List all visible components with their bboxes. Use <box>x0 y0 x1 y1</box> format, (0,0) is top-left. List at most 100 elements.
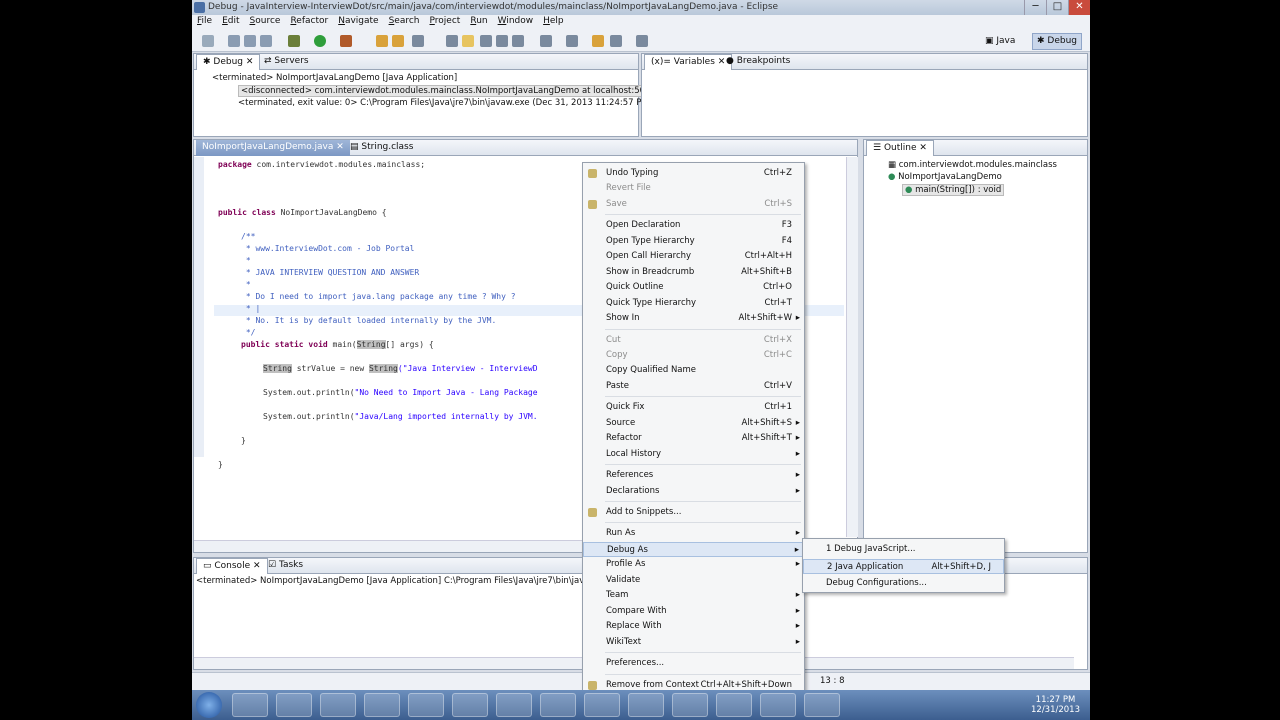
menu-item-add-to-snippets[interactable]: Add to Snippets... <box>583 505 804 520</box>
menu-file[interactable]: File <box>192 15 217 30</box>
submenu-item-2-java-application[interactable]: 2 Java Application Alt+Shift+D, J <box>803 559 1004 574</box>
firefox-taskbar-icon[interactable] <box>364 693 400 717</box>
menu-item-validate[interactable]: Validate <box>583 573 804 588</box>
save-icon[interactable] <box>228 35 240 47</box>
tab-debug[interactable]: ✱ Debug ✕ <box>196 54 261 70</box>
menu-item-quick-type-hierarchy[interactable]: Quick Type Hierarchy Ctrl+T <box>583 296 804 311</box>
app-taskbar-icon-4[interactable] <box>672 693 708 717</box>
pdf-taskbar-icon[interactable] <box>452 693 488 717</box>
perspective-debug[interactable]: ✱ Debug <box>1032 33 1083 50</box>
menu-item-cut[interactable]: Cut Ctrl+X <box>583 333 804 348</box>
tab-outline[interactable]: ☰ Outline ✕ <box>866 140 934 156</box>
menu-item-debug-as[interactable]: Debug As ▸ <box>583 541 804 557</box>
external-tools-icon[interactable] <box>340 35 352 47</box>
tab-nojavalangdemo[interactable]: NoImportJavaLangDemo.java ✕ <box>196 140 350 156</box>
menu-item-paste[interactable]: Paste Ctrl+V <box>583 379 804 394</box>
system-clock[interactable]: 11:27 PM 12/31/2013 <box>1031 695 1080 715</box>
outline-class[interactable]: ● NoImportJavaLangDemo <box>888 172 1002 182</box>
maximize-button[interactable]: □ <box>1046 0 1068 15</box>
menu-item-preferences[interactable]: Preferences... <box>583 656 804 671</box>
menu-item-compare-with[interactable]: Compare With ▸ <box>583 604 804 619</box>
submenu-item-debug-configurations[interactable]: Debug Configurations... <box>803 576 1004 591</box>
app-taskbar-icon-7[interactable] <box>804 693 840 717</box>
menu-help[interactable]: Help <box>538 15 569 30</box>
menu-item-refactor[interactable]: Refactor Alt+Shift+T ▸ <box>583 431 804 446</box>
tab-breakpoints[interactable]: ● Breakpoints <box>720 54 796 70</box>
debug-row-disconnected[interactable]: <disconnected> com.interviewdot.modules.… <box>238 85 665 97</box>
tab-servers[interactable]: ⇄ Servers <box>258 54 315 70</box>
menu-window[interactable]: Window <box>493 15 539 30</box>
app-taskbar-icon-5[interactable] <box>716 693 752 717</box>
debug-icon[interactable] <box>288 35 300 47</box>
menu-item-source[interactable]: Source Alt+Shift+S ▸ <box>583 416 804 431</box>
close-button[interactable]: ✕ <box>1068 0 1090 15</box>
app-taskbar-icon-6[interactable] <box>760 693 796 717</box>
menu-item-run-as[interactable]: Run As ▸ <box>583 526 804 541</box>
show-whitespace-icon[interactable] <box>512 35 524 47</box>
app-taskbar-icon-1[interactable] <box>496 693 532 717</box>
forward-icon[interactable] <box>636 35 648 47</box>
menu-item-undo-typing[interactable]: Undo Typing Ctrl+Z <box>583 166 804 181</box>
submenu-item-1-debug-javascript[interactable]: 1 Debug JavaScript... <box>803 542 1004 557</box>
menu-item-quick-outline[interactable]: Quick Outline Ctrl+O <box>583 280 804 295</box>
prev-annotation-icon[interactable] <box>566 35 578 47</box>
tab-console[interactable]: ▭ Console ✕ <box>196 558 268 574</box>
debug-row-process[interactable]: <terminated, exit value: 0> C:\Program F… <box>238 98 652 108</box>
minimize-button[interactable]: ─ <box>1024 0 1046 15</box>
menu-item-wikitext[interactable]: WikiText ▸ <box>583 635 804 650</box>
menu-item-profile-as[interactable]: Profile As ▸ <box>583 557 804 572</box>
new-icon[interactable] <box>202 35 214 47</box>
perspective-java[interactable]: ▣ Java <box>980 33 1020 50</box>
back-icon[interactable] <box>610 35 622 47</box>
app-taskbar-icon-3[interactable] <box>628 693 664 717</box>
menu-item-copy[interactable]: Copy Ctrl+C <box>583 348 804 363</box>
menu-edit[interactable]: Edit <box>217 15 244 30</box>
menu-item-revert-file[interactable]: Revert File <box>583 181 804 196</box>
menu-item-open-call-hierarchy[interactable]: Open Call Hierarchy Ctrl+Alt+H <box>583 249 804 264</box>
menu-item-team[interactable]: Team ▸ <box>583 588 804 603</box>
menu-item-declarations[interactable]: Declarations ▸ <box>583 484 804 499</box>
toggle-mark-icon[interactable] <box>446 35 458 47</box>
word-wrap-icon[interactable] <box>480 35 492 47</box>
tab-string-class[interactable]: ▤ String.class <box>344 140 419 156</box>
menu-item-copy-qualified-name[interactable]: Copy Qualified Name <box>583 363 804 378</box>
menu-item-save[interactable]: Save Ctrl+S <box>583 197 804 212</box>
menu-item-open-type-hierarchy[interactable]: Open Type Hierarchy F4 <box>583 234 804 249</box>
tab-tasks[interactable]: ☑ Tasks <box>262 558 309 574</box>
search-icon[interactable] <box>412 35 424 47</box>
menu-item-open-declaration[interactable]: Open Declaration F3 <box>583 218 804 233</box>
menu-item-show-in-breadcrumb[interactable]: Show in Breadcrumb Alt+Shift+B <box>583 265 804 280</box>
explorer-taskbar-icon[interactable] <box>232 693 268 717</box>
menu-item-references[interactable]: References ▸ <box>583 468 804 483</box>
debug-row-terminated[interactable]: <terminated> NoImportJavaLangDemo [Java … <box>212 73 457 83</box>
open-type-icon[interactable] <box>376 35 388 47</box>
media-player-taskbar-icon[interactable] <box>320 693 356 717</box>
editor-vertical-scrollbar[interactable] <box>846 157 858 537</box>
outline-method-main[interactable]: ● main(String[]) : void <box>902 184 1005 196</box>
menu-item-replace-with[interactable]: Replace With ▸ <box>583 619 804 634</box>
print-icon[interactable] <box>260 35 272 47</box>
block-select-icon[interactable] <box>496 35 508 47</box>
eclipse-taskbar-icon[interactable] <box>276 693 312 717</box>
menu-source[interactable]: Source <box>245 15 286 30</box>
cmd-taskbar-icon[interactable] <box>584 693 620 717</box>
open-task-icon[interactable] <box>392 35 404 47</box>
last-edit-icon[interactable] <box>592 35 604 47</box>
highlight-icon[interactable] <box>462 35 474 47</box>
submenu-arrow-icon: ▸ <box>795 433 800 444</box>
outline-package[interactable]: ▦ com.interviewdot.modules.mainclass <box>888 160 1057 170</box>
app-taskbar-icon-2[interactable] <box>540 693 576 717</box>
tool-taskbar-icon[interactable] <box>408 693 444 717</box>
menu-project[interactable]: Project <box>425 15 466 30</box>
save-all-icon[interactable] <box>244 35 256 47</box>
run-icon[interactable] <box>314 35 326 47</box>
menu-item-show-in[interactable]: Show In Alt+Shift+W ▸ <box>583 311 804 326</box>
menu-item-local-history[interactable]: Local History ▸ <box>583 447 804 462</box>
menu-refactor[interactable]: Refactor <box>285 15 333 30</box>
menu-item-quick-fix[interactable]: Quick Fix Ctrl+1 <box>583 400 804 415</box>
menu-navigate[interactable]: Navigate <box>333 15 383 30</box>
menu-search[interactable]: Search <box>384 15 425 30</box>
next-annotation-icon[interactable] <box>540 35 552 47</box>
start-button[interactable] <box>196 692 222 718</box>
menu-run[interactable]: Run <box>465 15 492 30</box>
